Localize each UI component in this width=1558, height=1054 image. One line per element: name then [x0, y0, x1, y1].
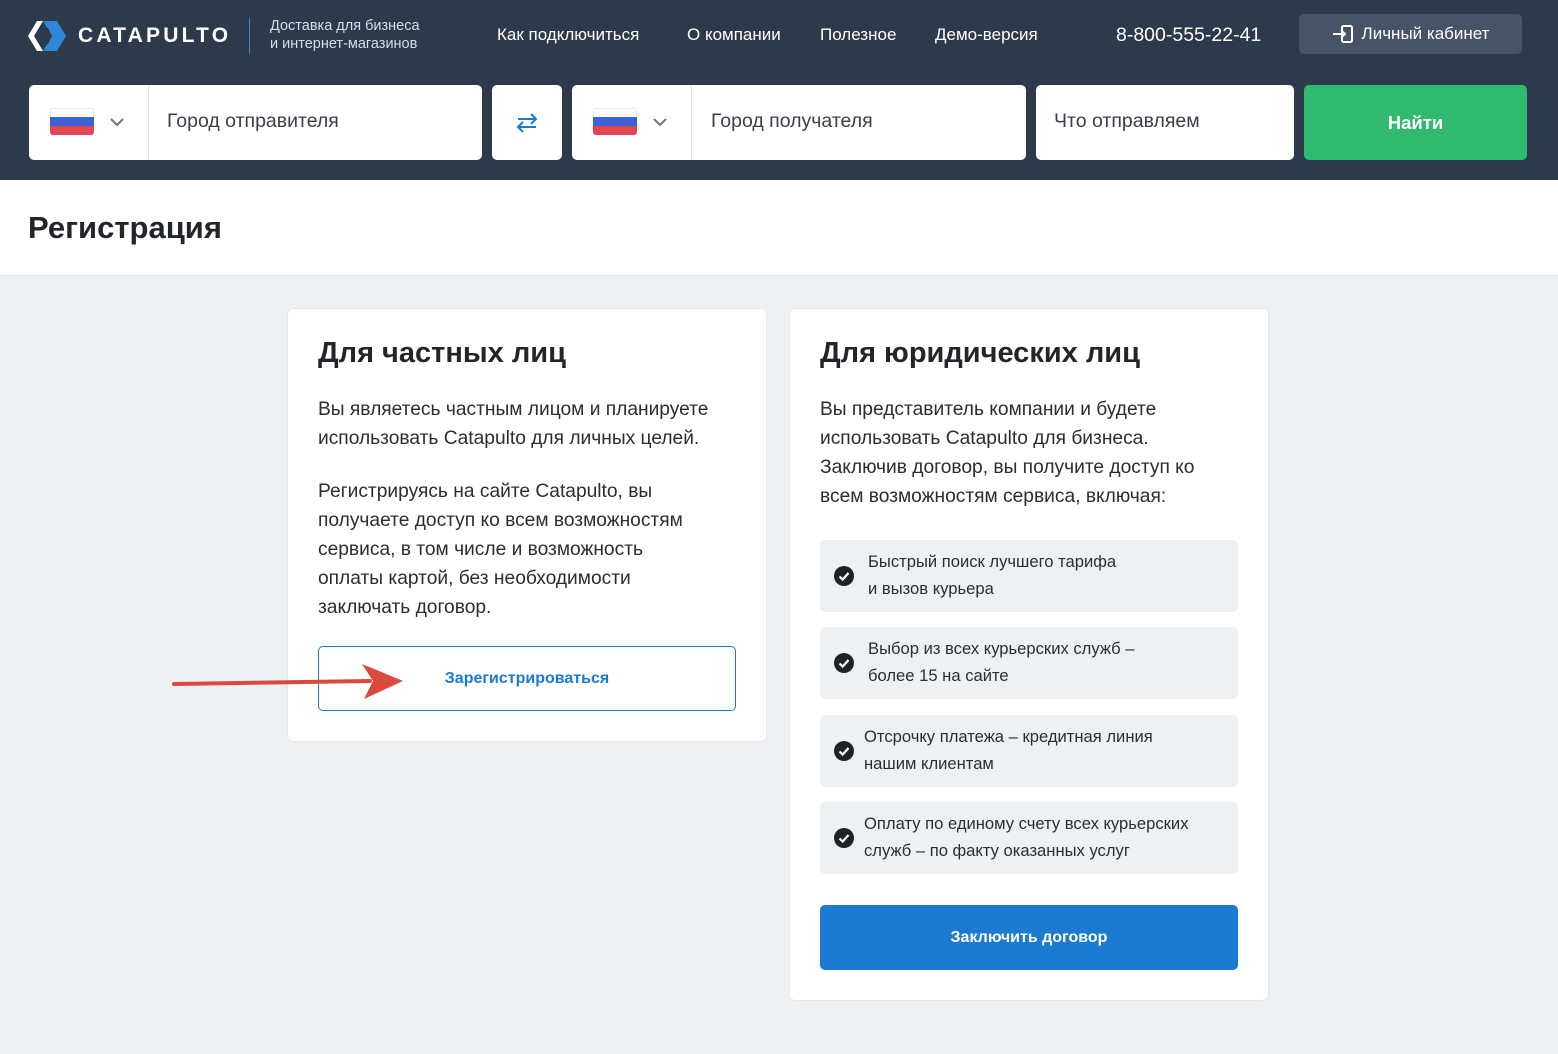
swap-cities-button[interactable]	[492, 85, 562, 160]
personal-cabinet-label: Личный кабинет	[1361, 24, 1490, 43]
text-line: Заключив договор, вы получите доступ ко	[820, 457, 1195, 478]
check-circle-icon	[834, 828, 854, 848]
text-line: оплаты картой, без необходимости	[318, 568, 631, 589]
individuals-paragraph-1: Вы являетесь частным лицом и планируете …	[318, 395, 708, 453]
login-icon	[1332, 25, 1353, 43]
text-line: Вы представитель компании и будете	[820, 399, 1157, 420]
tagline: Доставка для бизнеса и интернет-магазино…	[270, 17, 420, 53]
tagline-line-1: Доставка для бизнеса	[270, 18, 420, 34]
text-line: использовать Catapulto для личных целей.	[318, 428, 700, 449]
russia-flag-icon	[50, 108, 94, 135]
text-line: заключать договор.	[318, 597, 492, 618]
check-circle-icon	[834, 653, 854, 673]
what-input[interactable]: Что отправляем	[1054, 110, 1200, 133]
text-line: использовать Catapulto для бизнеса.	[820, 428, 1149, 449]
receiver-country-select[interactable]	[572, 85, 692, 160]
text-line: более 15 на сайте	[868, 665, 1009, 685]
logo-divider	[249, 18, 250, 54]
individuals-title: Для частных лиц	[318, 337, 566, 369]
phone-link[interactable]: 8-800-555-22-41	[1116, 24, 1261, 47]
page-title-band: Регистрация	[0, 180, 1558, 276]
nav-useful[interactable]: Полезное	[820, 25, 896, 45]
catapulto-logo-icon	[28, 21, 66, 51]
what-field[interactable]: Что отправляем	[1036, 85, 1294, 160]
text-line: Регистрируясь на сайте Catapulto, вы	[318, 481, 653, 502]
check-circle-icon	[834, 741, 854, 761]
text-line: Выбор из всех курьерских служб –	[868, 639, 1135, 658]
text-line: Отсрочку платежа – кредитная линия	[864, 727, 1153, 746]
tagline-line-2: и интернет-магазинов	[270, 36, 418, 52]
feature-item: Оплату по единому счету всех курьерских …	[820, 802, 1238, 874]
russia-flag-icon	[593, 108, 637, 135]
page-title: Регистрация	[28, 210, 222, 245]
text-line: и вызов курьера	[868, 578, 994, 598]
receiver-field[interactable]: Город получателя	[572, 85, 1026, 160]
sender-country-select[interactable]	[29, 85, 149, 160]
find-button[interactable]: Найти	[1304, 85, 1527, 160]
chevron-down-icon	[110, 118, 124, 127]
individuals-paragraph-2: Регистрируясь на сайте Catapulto, вы пол…	[318, 477, 683, 622]
nav-demo[interactable]: Демо-версия	[935, 25, 1038, 45]
feature-text: Отсрочку платежа – кредитная линия нашим…	[864, 724, 1153, 777]
text-line: Вы являетесь частным лицом и планируете	[318, 399, 709, 420]
companies-paragraph: Вы представитель компании и будете испол…	[820, 395, 1194, 511]
text-line: служб – по факту оказанных услуг	[864, 840, 1130, 860]
feature-text: Быстрый поиск лучшего тарифа и вызов кур…	[868, 549, 1116, 602]
text-line: всем возможностям сервиса, включая:	[820, 486, 1167, 507]
nav-how-to-connect[interactable]: Как подключиться	[497, 25, 639, 45]
logo[interactable]: CATAPULTO	[28, 18, 231, 54]
text-line: Оплату по единому счету всех курьерских	[864, 814, 1189, 833]
receiver-city-input[interactable]: Город получателя	[711, 110, 873, 133]
sender-field[interactable]: Город отправителя	[29, 85, 482, 160]
companies-title: Для юридических лиц	[820, 337, 1140, 369]
nav-about-company[interactable]: О компании	[687, 25, 781, 45]
feature-item: Выбор из всех курьерских служб – более 1…	[820, 627, 1238, 699]
swap-arrows-icon	[516, 112, 538, 133]
text-line: нашим клиентам	[864, 753, 994, 773]
feature-item: Быстрый поиск лучшего тарифа и вызов кур…	[820, 540, 1238, 612]
check-circle-icon	[834, 566, 854, 586]
feature-item: Отсрочку платежа – кредитная линия нашим…	[820, 715, 1238, 787]
site-header: CATAPULTO Доставка для бизнеса и интерне…	[0, 0, 1558, 180]
sign-contract-button[interactable]: Заключить договор	[820, 905, 1238, 970]
red-arrow-icon	[172, 664, 403, 699]
text-line: сервиса, в том числе и возможность	[318, 539, 643, 560]
sender-city-input[interactable]: Город отправителя	[167, 110, 339, 133]
text-line: получаете доступ ко всем возможностям	[318, 510, 683, 531]
logo-text: CATAPULTO	[78, 24, 232, 47]
feature-text: Выбор из всех курьерских служб – более 1…	[868, 636, 1134, 689]
companies-card: Для юридических лиц Вы представитель ком…	[789, 308, 1269, 1001]
feature-text: Оплату по единому счету всех курьерских …	[864, 811, 1189, 864]
personal-cabinet-button[interactable]: Личный кабинет	[1299, 14, 1522, 54]
chevron-down-icon	[653, 118, 667, 127]
text-line: Быстрый поиск лучшего тарифа	[868, 552, 1117, 571]
